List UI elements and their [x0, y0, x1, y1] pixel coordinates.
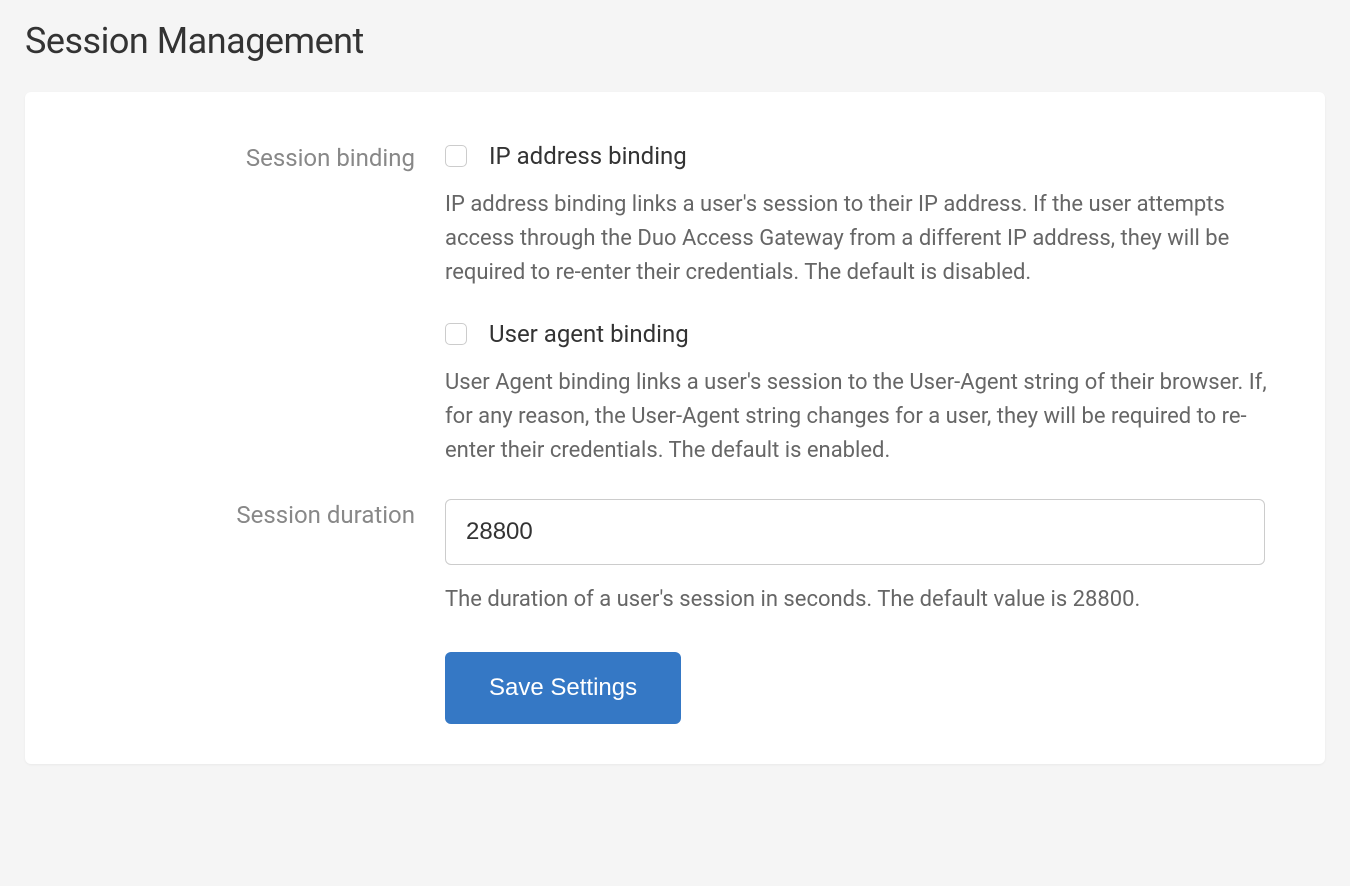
button-row: Save Settings [445, 652, 1275, 724]
ip-binding-group: IP address binding IP address binding li… [445, 142, 1275, 290]
session-duration-input[interactable] [445, 499, 1265, 565]
session-binding-row: Session binding IP address binding IP ad… [65, 142, 1285, 469]
user-agent-binding-checkbox[interactable] [445, 323, 467, 345]
ip-binding-help: IP address binding links a user's sessio… [445, 188, 1275, 290]
user-agent-binding-help: User Agent binding links a user's sessio… [445, 366, 1275, 468]
ip-binding-label[interactable]: IP address binding [489, 142, 687, 170]
session-duration-label: Session duration [65, 499, 445, 724]
session-duration-help: The duration of a user's session in seco… [445, 583, 1275, 617]
user-agent-binding-line: User agent binding [445, 320, 1275, 348]
page-title: Session Management [25, 20, 1325, 62]
session-binding-controls: IP address binding IP address binding li… [445, 142, 1275, 469]
session-duration-row: Session duration The duration of a user'… [65, 499, 1285, 724]
settings-card: Session binding IP address binding IP ad… [25, 92, 1325, 764]
user-agent-binding-group: User agent binding User Agent binding li… [445, 320, 1275, 468]
session-duration-controls: The duration of a user's session in seco… [445, 499, 1275, 724]
save-settings-button[interactable]: Save Settings [445, 652, 681, 724]
user-agent-binding-label[interactable]: User agent binding [489, 320, 689, 348]
ip-binding-checkbox[interactable] [445, 145, 467, 167]
session-binding-label: Session binding [65, 142, 445, 469]
page-container: Session Management Session binding IP ad… [0, 0, 1350, 784]
ip-binding-line: IP address binding [445, 142, 1275, 170]
